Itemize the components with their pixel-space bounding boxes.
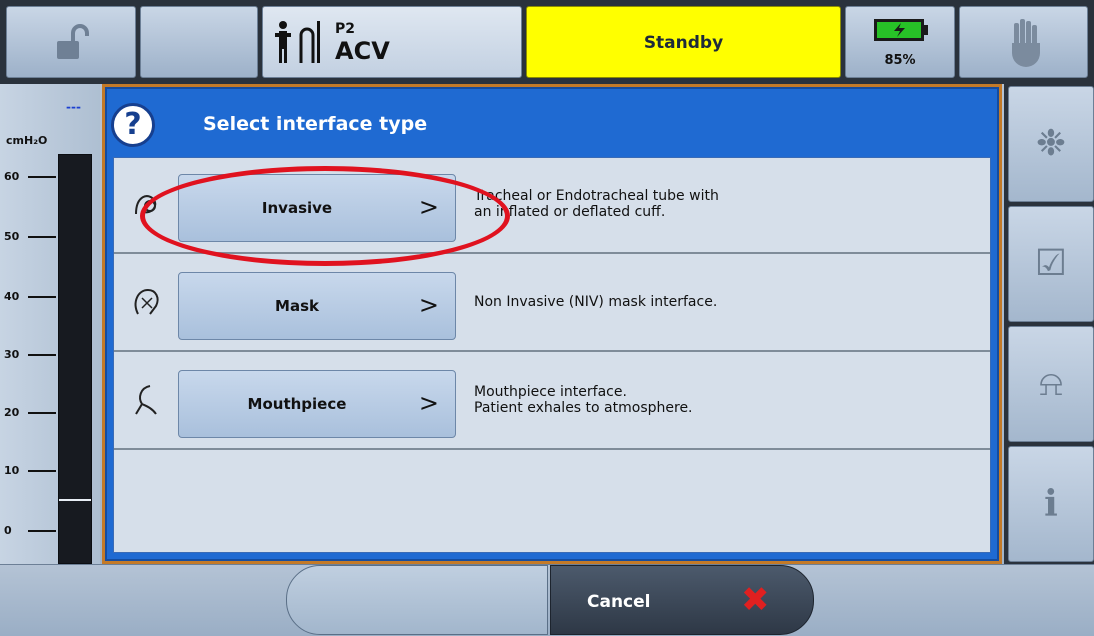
interface-dialog: ? Select interface type Invasive > Trach… — [102, 84, 1002, 564]
cancel-button[interactable]: Cancel ✖ — [550, 565, 814, 635]
mouthpiece-description: Mouthpiece interface. Patient exhales to… — [474, 384, 894, 416]
chevron-right-icon: > — [418, 389, 439, 417]
description-line: Tracheal or Endotracheal tube with — [474, 188, 719, 204]
right-sidebar: ❉ ☑ ⍾ i — [1004, 84, 1094, 564]
option-row-mask: Mask > Non Invasive (NIV) mask interface… — [114, 256, 990, 352]
blank-topbar-slot — [140, 6, 258, 78]
mode-label: ACV — [335, 37, 390, 65]
help-icon[interactable]: ? — [111, 103, 155, 147]
description-line: Non Invasive (NIV) mask interface. — [474, 294, 718, 310]
mouthpiece-button[interactable]: Mouthpiece > — [178, 370, 456, 438]
status-text: Standby — [643, 33, 724, 53]
ventilator-screen: P2 ACV Standby 85% --- cmH₂O 60 50 40 30… — [0, 0, 1094, 636]
info-button[interactable]: i — [1008, 446, 1094, 562]
battery-percent: 85% — [884, 53, 916, 68]
option-row-mouthpiece: Mouthpiece > Mouthpiece interface. Patie… — [114, 354, 990, 450]
hand-icon — [1012, 19, 1040, 67]
alarm-button[interactable]: ⍾ — [1008, 326, 1094, 442]
bottom-bar: Cancel ✖ — [0, 564, 1094, 636]
ventilation-mode-button[interactable]: P2 ACV — [262, 6, 522, 78]
gauge-value: --- — [66, 100, 81, 114]
alarm-silence-button[interactable] — [959, 6, 1088, 78]
mask-icon — [128, 284, 164, 320]
mode-prefix: P2 — [335, 21, 356, 37]
status-indicator: Standby — [526, 6, 841, 78]
dialog-panel: ? Select interface type Invasive > Trach… — [105, 87, 999, 561]
gauge-level-marker — [59, 499, 91, 501]
mouthpiece-label: Mouthpiece — [247, 395, 347, 413]
battery-icon — [874, 19, 928, 41]
pressure-gauge: --- cmH₂O 60 50 40 30 20 10 0 — [0, 84, 100, 564]
checklist-button[interactable]: ☑ — [1008, 206, 1094, 322]
gauge-unit: cmH₂O — [6, 134, 48, 147]
mouthpiece-icon — [128, 382, 164, 418]
highlight-ellipse — [140, 166, 510, 266]
mask-description: Non Invasive (NIV) mask interface. — [474, 294, 894, 310]
dialog-title: Select interface type — [203, 113, 428, 135]
unlock-icon — [57, 24, 89, 59]
description-line: Patient exhales to atmosphere. — [474, 400, 693, 416]
lungs-icon: ❉ — [1035, 123, 1067, 164]
lungs-button[interactable]: ❉ — [1008, 86, 1094, 202]
chevron-right-icon: > — [418, 291, 439, 319]
close-icon: ✖ — [741, 580, 770, 620]
invasive-description: Tracheal or Endotracheal tube with an in… — [474, 188, 894, 220]
mask-button[interactable]: Mask > — [178, 272, 456, 340]
mask-label: Mask — [275, 297, 319, 315]
top-bar: P2 ACV Standby 85% — [0, 0, 1094, 84]
cancel-label: Cancel — [587, 592, 651, 612]
blank-action-button[interactable] — [286, 565, 548, 635]
info-icon: i — [1044, 483, 1058, 525]
option-row-invasive: Invasive > Tracheal or Endotracheal tube… — [114, 158, 990, 266]
bell-icon: ⍾ — [1039, 363, 1063, 404]
dialog-body: Invasive > Tracheal or Endotracheal tube… — [113, 157, 991, 553]
gauge-bar — [58, 154, 92, 564]
lock-button[interactable] — [6, 6, 136, 78]
description-line: Mouthpiece interface. — [474, 384, 627, 400]
battery-indicator: 85% — [845, 6, 955, 78]
checklist-icon: ☑ — [1034, 243, 1068, 284]
patient-circuit-icon — [275, 21, 320, 63]
description-line: an inflated or deflated cuff. — [474, 204, 666, 220]
